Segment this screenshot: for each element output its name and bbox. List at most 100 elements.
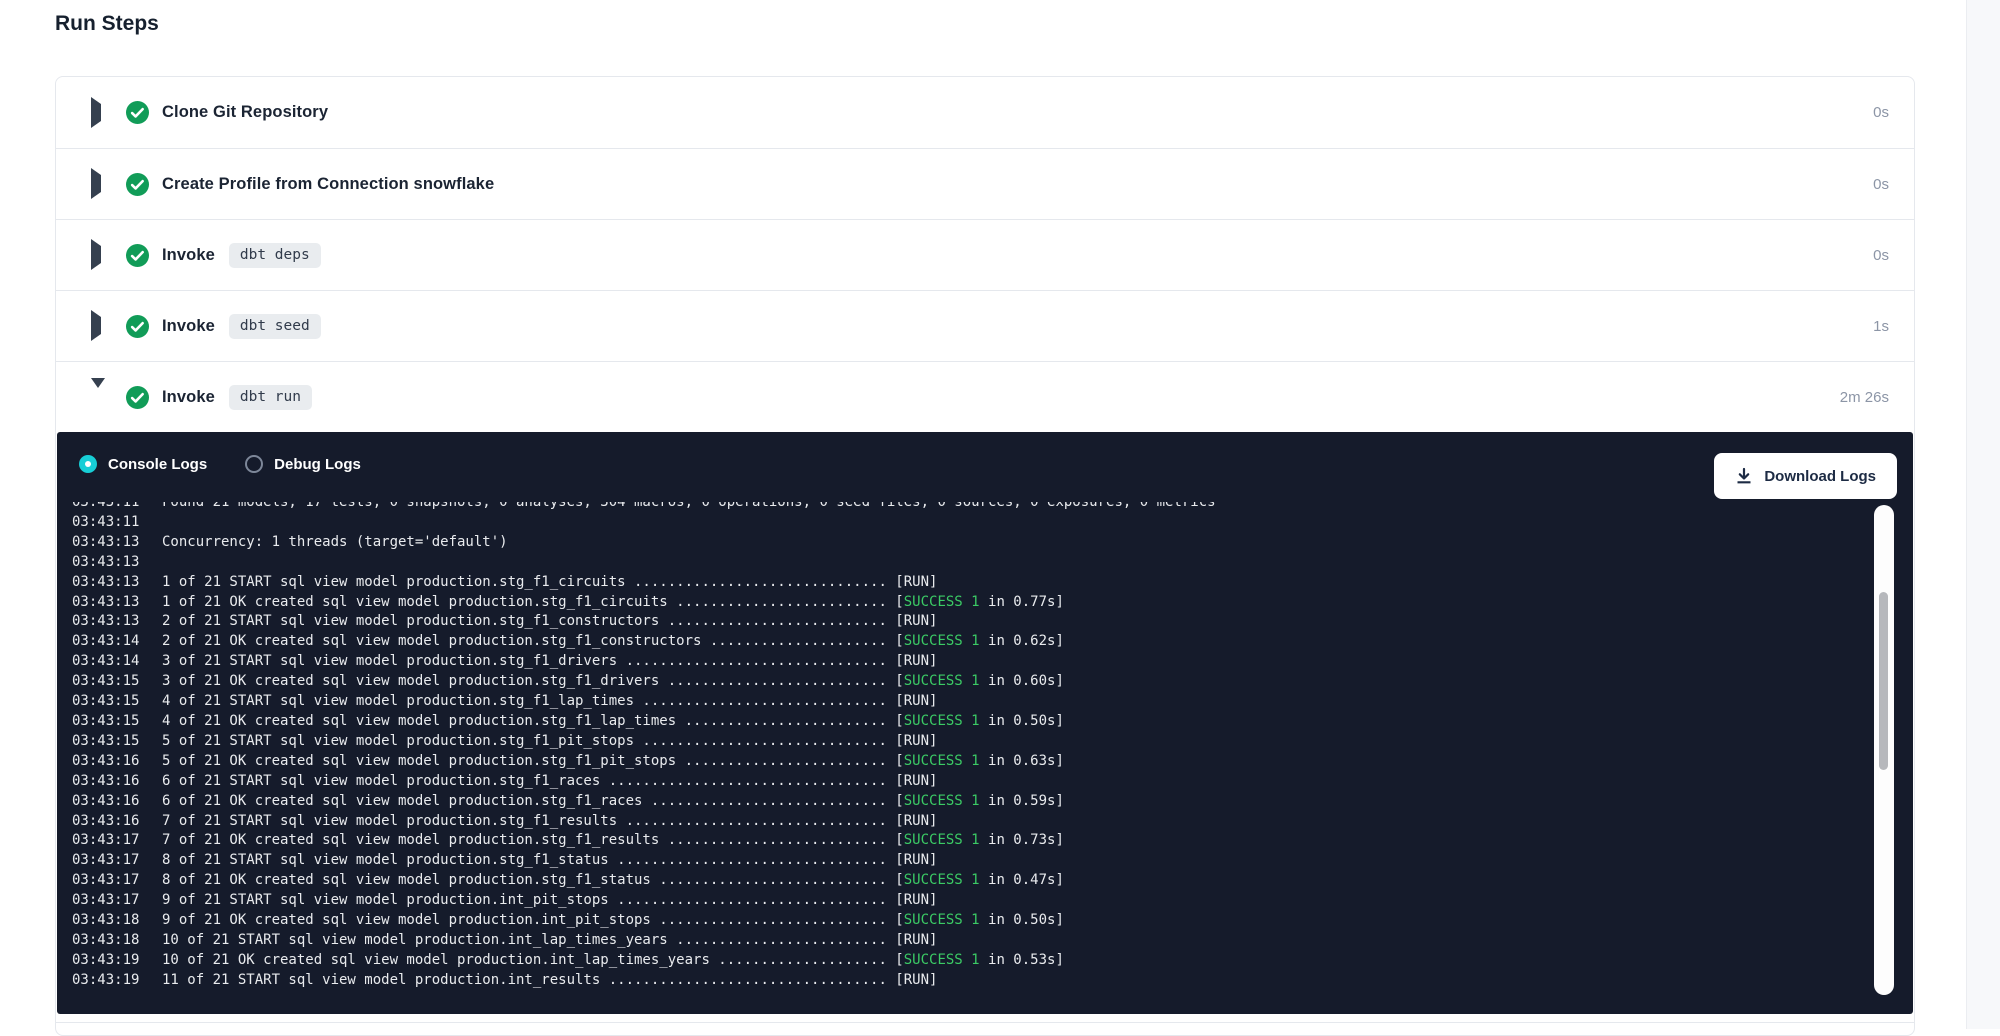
- log-timestamp: 03:43:19: [72, 951, 162, 971]
- radio-unselected-icon[interactable]: [245, 455, 263, 473]
- log-line: 03:43:1810 of 21 START sql view model pr…: [72, 931, 1902, 951]
- log-scrollbar-track[interactable]: [1874, 505, 1894, 995]
- chevron-right-icon[interactable]: [91, 317, 103, 335]
- success-check-icon: [126, 315, 149, 338]
- log-line: 03:43:11: [72, 513, 1902, 533]
- log-timestamp: 03:43:15: [72, 732, 162, 752]
- log-success-text: SUCCESS 1: [904, 871, 980, 891]
- log-message: 4 of 21 OK created sql view model produc…: [162, 712, 904, 732]
- download-logs-button[interactable]: Download Logs: [1714, 453, 1897, 499]
- log-line: 03:43:166 of 21 OK created sql view mode…: [72, 792, 1902, 812]
- command-badge: dbt run: [229, 385, 312, 410]
- log-message: 10 of 21 OK created sql view model produ…: [162, 951, 904, 971]
- log-line: 03:43:1911 of 21 START sql view model pr…: [72, 971, 1902, 991]
- log-timestamp: 03:43:18: [72, 911, 162, 931]
- debug-logs-radio[interactable]: Debug Logs: [245, 455, 361, 473]
- command-badge: dbt seed: [229, 314, 321, 339]
- log-toolbar: Console Logs Debug Logs Download Logs: [57, 432, 1913, 502]
- step-row-invoke-dbt-run[interactable]: Invoke dbt run 2m 26s: [56, 361, 1914, 432]
- log-line: 03:43:179 of 21 START sql view model pro…: [72, 891, 1902, 911]
- log-timestamp: 03:43:14: [72, 652, 162, 672]
- log-line: 03:43:13: [72, 553, 1902, 573]
- chevron-right-icon[interactable]: [91, 246, 103, 264]
- step-duration: 0s: [1873, 104, 1889, 121]
- log-line: 03:43:13Concurrency: 1 threads (target='…: [72, 533, 1902, 553]
- log-success-text: SUCCESS 1: [904, 632, 980, 652]
- chevron-right-icon[interactable]: [91, 104, 103, 122]
- log-message: in 0.63s]: [980, 752, 1064, 772]
- log-line: 03:43:165 of 21 OK created sql view mode…: [72, 752, 1902, 772]
- step-row-create-profile[interactable]: Create Profile from Connection snowflake…: [56, 148, 1914, 219]
- step-row-clone-git-repository[interactable]: Clone Git Repository 0s: [56, 77, 1914, 148]
- log-timestamp: 03:43:17: [72, 831, 162, 851]
- log-message: 5 of 21 OK created sql view model produc…: [162, 752, 904, 772]
- log-message: 5 of 21 START sql view model production.…: [162, 732, 937, 752]
- console-logs-radio[interactable]: Console Logs: [79, 455, 207, 473]
- log-scrollbar-thumb[interactable]: [1879, 592, 1888, 770]
- radio-selected-icon[interactable]: [79, 455, 97, 473]
- log-timestamp: 03:43:13: [72, 612, 162, 632]
- log-message: in 0.73s]: [980, 831, 1064, 851]
- log-timestamp: 03:43:15: [72, 692, 162, 712]
- log-message: Concurrency: 1 threads (target='default'…: [162, 533, 508, 553]
- log-timestamp: 03:43:17: [72, 891, 162, 911]
- log-timestamp: 03:43:17: [72, 871, 162, 891]
- log-line: 03:43:189 of 21 OK created sql view mode…: [72, 911, 1902, 931]
- console-log-output[interactable]: 03:43:11Found 21 models, 17 tests, 0 sna…: [72, 502, 1902, 1004]
- log-success-text: SUCCESS 1: [904, 712, 980, 732]
- log-message: in 0.77s]: [980, 593, 1064, 613]
- log-timestamp: 03:43:16: [72, 792, 162, 812]
- log-timestamp: 03:43:13: [72, 533, 162, 553]
- step-title: Clone Git Repository: [162, 103, 328, 122]
- log-timestamp: 03:43:18: [72, 931, 162, 951]
- log-line: 03:43:131 of 21 START sql view model pro…: [72, 573, 1902, 593]
- log-line: 03:43:1910 of 21 OK created sql view mod…: [72, 951, 1902, 971]
- log-line: 03:43:153 of 21 OK created sql view mode…: [72, 672, 1902, 692]
- log-line: 03:43:166 of 21 START sql view model pro…: [72, 772, 1902, 792]
- success-check-icon: [126, 173, 149, 196]
- log-message: 6 of 21 START sql view model production.…: [162, 772, 937, 792]
- chevron-right-icon[interactable]: [91, 175, 103, 193]
- page-title: Run Steps: [55, 12, 159, 36]
- log-message: in 0.47s]: [980, 871, 1064, 891]
- log-timestamp: 03:43:11: [72, 502, 162, 513]
- log-message: 10 of 21 START sql view model production…: [162, 931, 937, 951]
- success-check-icon: [126, 386, 149, 409]
- log-timestamp: 03:43:16: [72, 772, 162, 792]
- log-success-text: SUCCESS 1: [904, 593, 980, 613]
- command-badge: dbt deps: [229, 243, 321, 268]
- log-timestamp: 03:43:13: [72, 573, 162, 593]
- log-message: 1 of 21 START sql view model production.…: [162, 573, 937, 593]
- log-timestamp: 03:43:13: [72, 553, 162, 573]
- log-timestamp: 03:43:14: [72, 632, 162, 652]
- log-line: 03:43:178 of 21 START sql view model pro…: [72, 851, 1902, 871]
- log-timestamp: 03:43:13: [72, 593, 162, 613]
- log-timestamp: 03:43:19: [72, 971, 162, 991]
- row-divider: [56, 1022, 1914, 1023]
- log-message: 9 of 21 START sql view model production.…: [162, 891, 937, 911]
- log-message: 1 of 21 OK created sql view model produc…: [162, 593, 904, 613]
- log-line: 03:43:154 of 21 START sql view model pro…: [72, 692, 1902, 712]
- chevron-down-icon[interactable]: [91, 388, 103, 406]
- card-tail-spacer: [56, 1014, 1914, 1022]
- log-timestamp: 03:43:15: [72, 712, 162, 732]
- log-line: 03:43:143 of 21 START sql view model pro…: [72, 652, 1902, 672]
- step-title: Invoke: [162, 246, 215, 265]
- log-message: 8 of 21 START sql view model production.…: [162, 851, 937, 871]
- log-success-text: SUCCESS 1: [904, 951, 980, 971]
- step-row-invoke-dbt-seed[interactable]: Invoke dbt seed 1s: [56, 290, 1914, 361]
- step-title: Invoke: [162, 388, 215, 407]
- success-check-icon: [126, 244, 149, 267]
- log-line: 03:43:132 of 21 START sql view model pro…: [72, 612, 1902, 632]
- log-timestamp: 03:43:15: [72, 672, 162, 692]
- log-line: 03:43:154 of 21 OK created sql view mode…: [72, 712, 1902, 732]
- step-duration: 2m 26s: [1840, 389, 1889, 406]
- log-message: 7 of 21 START sql view model production.…: [162, 812, 937, 832]
- log-message: 7 of 21 OK created sql view model produc…: [162, 831, 904, 851]
- success-check-icon: [126, 101, 149, 124]
- log-line: 03:43:131 of 21 OK created sql view mode…: [72, 593, 1902, 613]
- log-message: in 0.60s]: [980, 672, 1064, 692]
- radio-label: Console Logs: [108, 456, 207, 473]
- step-row-invoke-dbt-deps[interactable]: Invoke dbt deps 0s: [56, 219, 1914, 290]
- log-message: 3 of 21 START sql view model production.…: [162, 652, 937, 672]
